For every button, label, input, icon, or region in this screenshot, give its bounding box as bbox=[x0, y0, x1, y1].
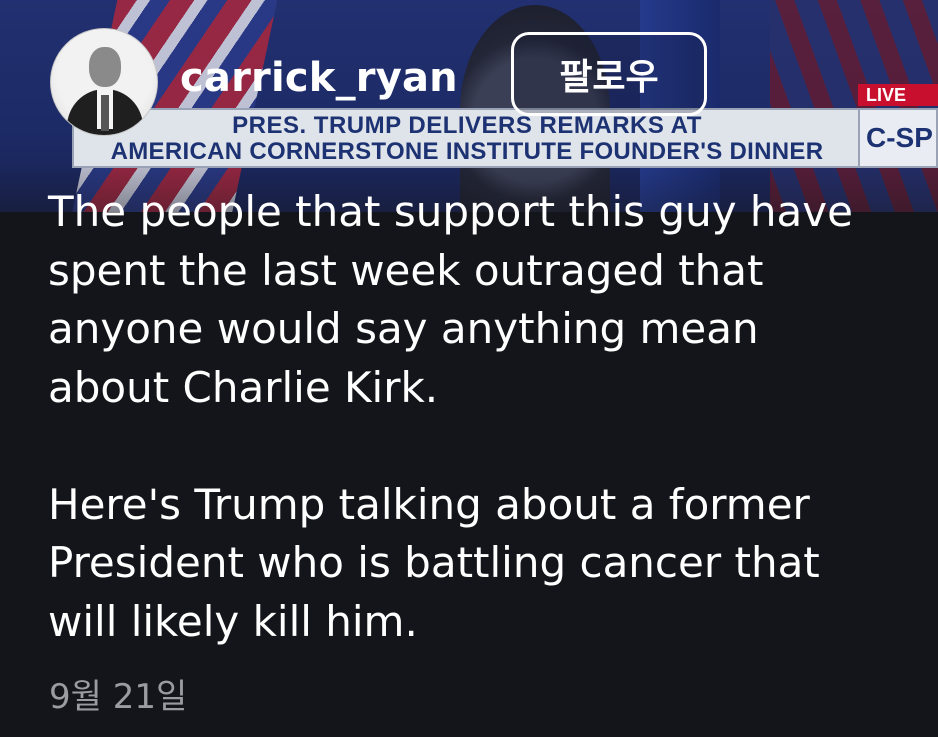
live-badge: LIVE bbox=[858, 84, 938, 106]
post-caption: The people that support this guy have sp… bbox=[48, 187, 853, 646]
network-logo: C-SP bbox=[858, 108, 938, 168]
news-banner-line1: PRES. TRUMP DELIVERS REMARKS AT bbox=[232, 112, 702, 139]
post-date: 9월 21일 bbox=[49, 677, 188, 717]
avatar-tie bbox=[101, 95, 109, 131]
news-banner: PRES. TRUMP DELIVERS REMARKS AT AMERICAN… bbox=[72, 108, 862, 168]
news-banner-line2: AMERICAN CORNERSTONE INSTITUTE FOUNDER'S… bbox=[110, 138, 824, 165]
avatar-head bbox=[89, 47, 121, 87]
username[interactable]: carrick_ryan bbox=[180, 52, 458, 104]
avatar[interactable] bbox=[50, 28, 158, 136]
follow-button[interactable]: 팔로우 bbox=[511, 32, 707, 116]
